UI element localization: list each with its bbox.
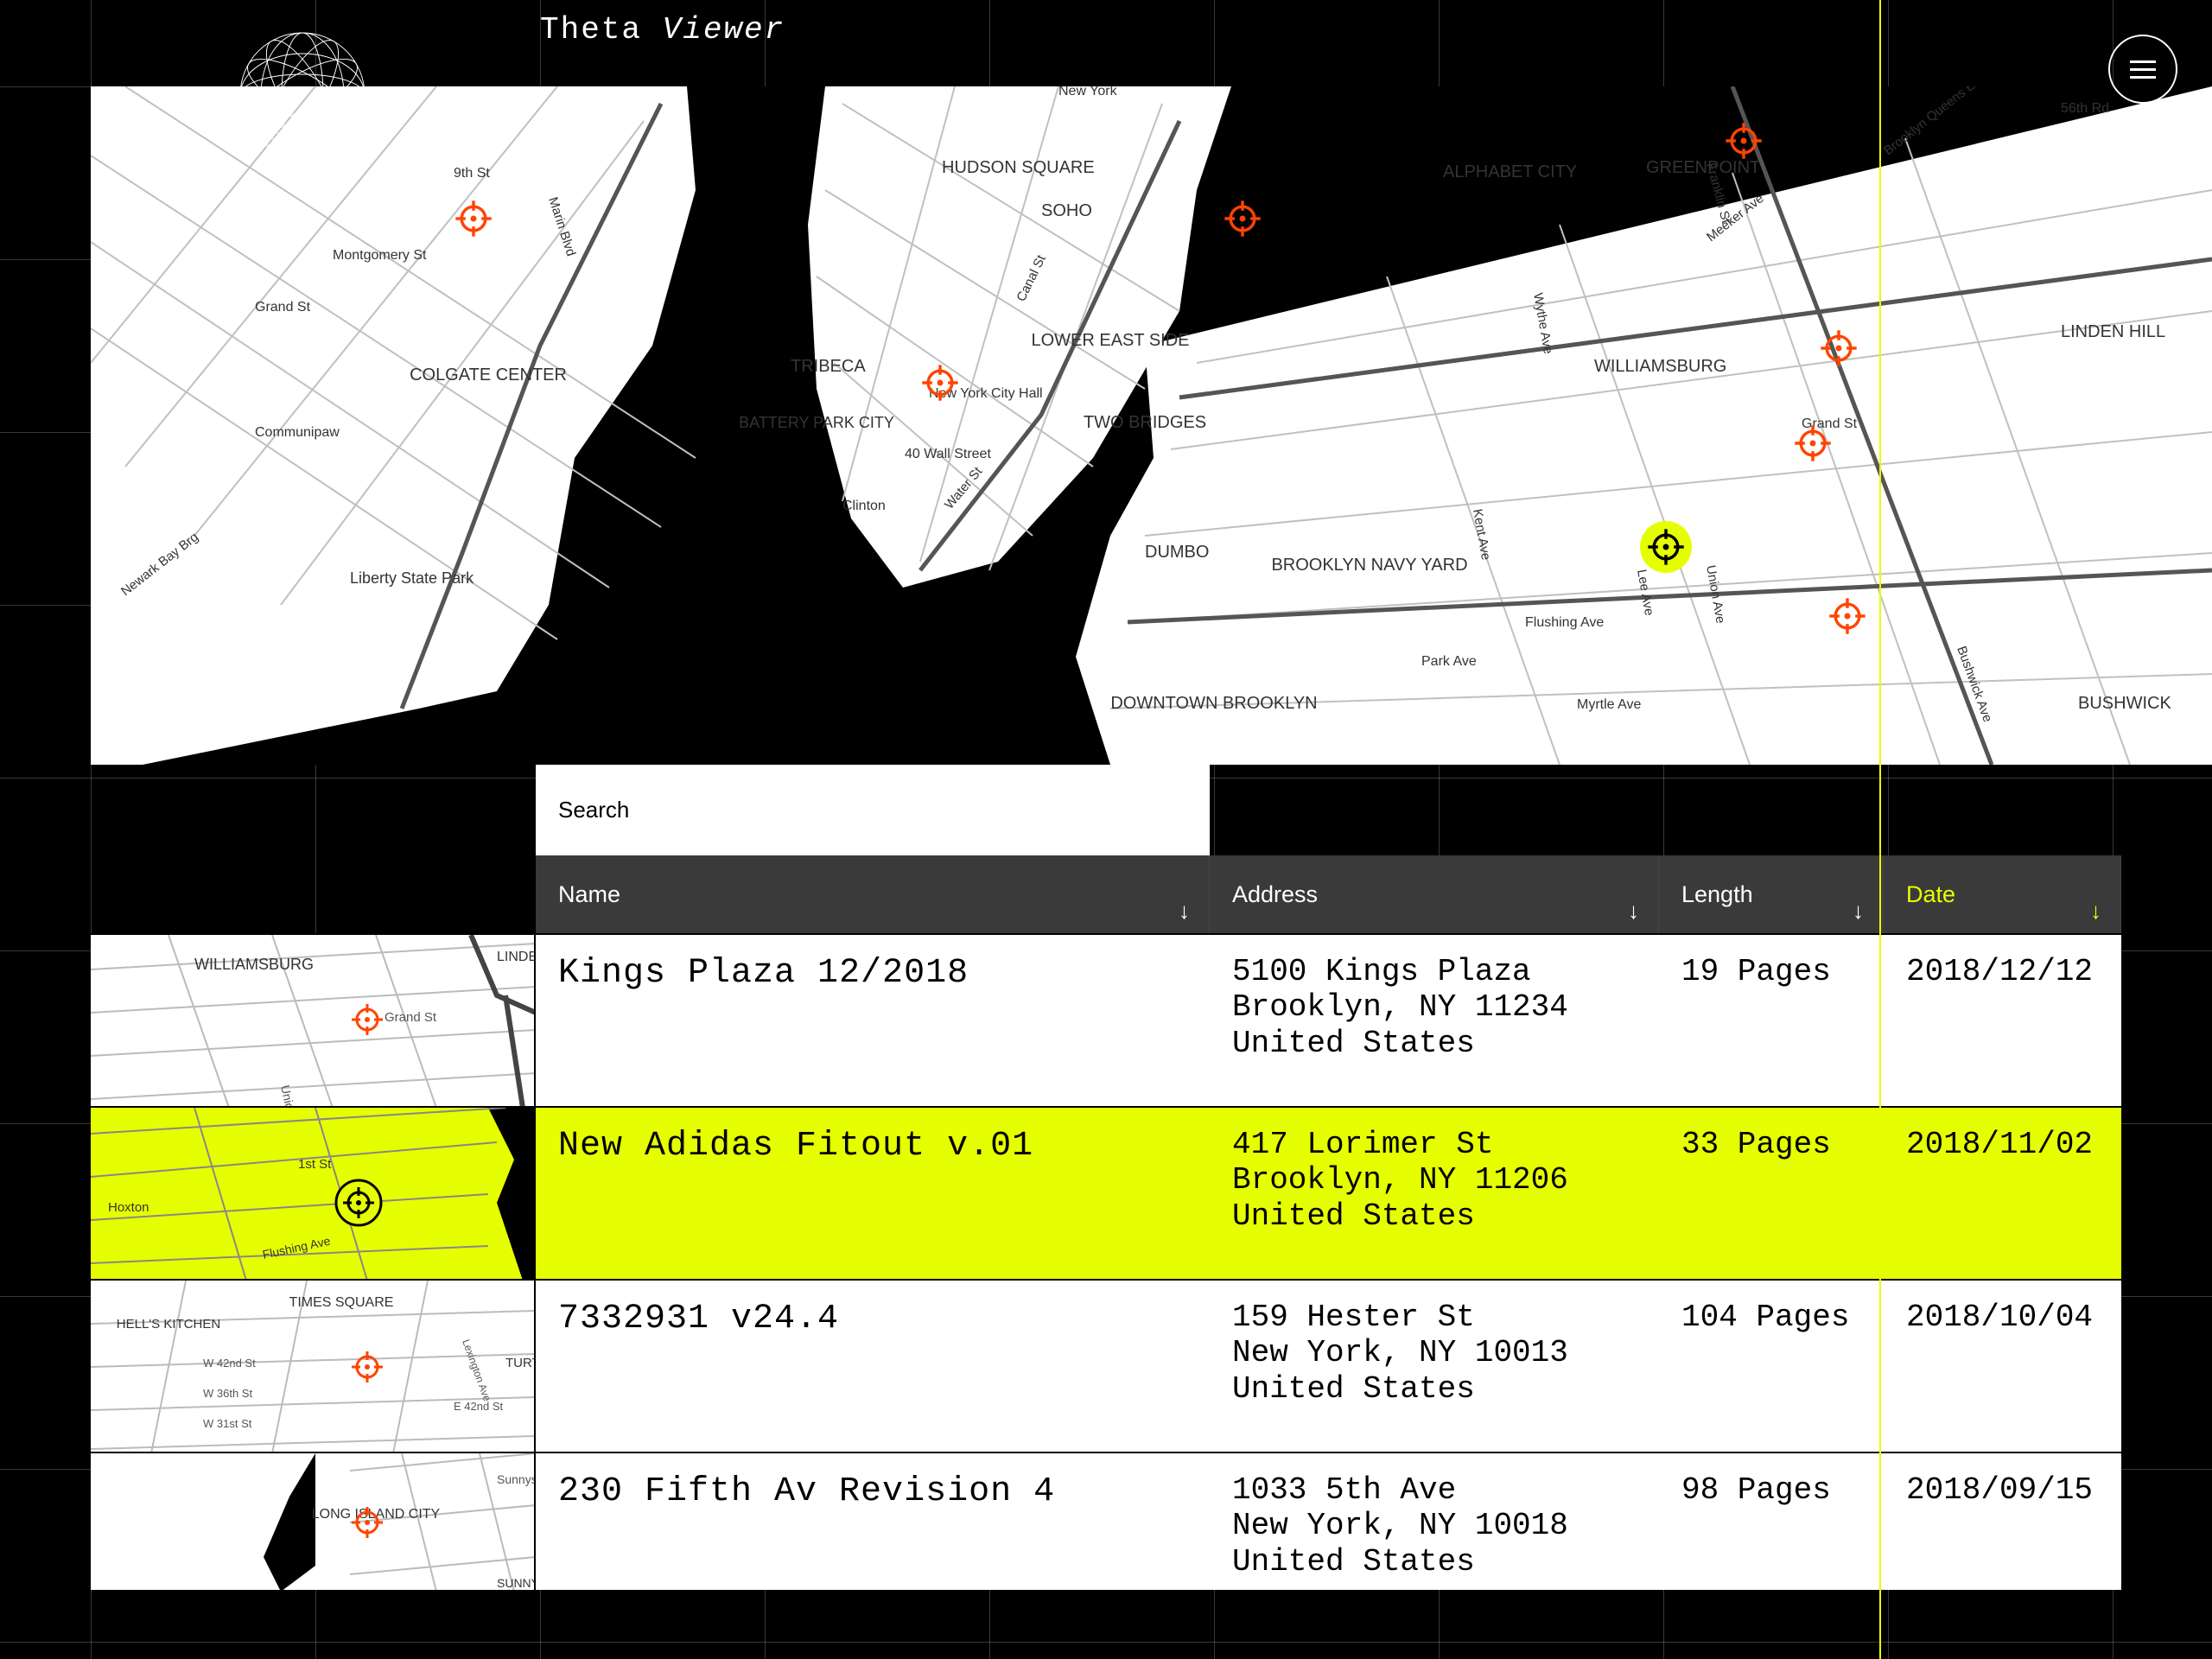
svg-text:W 31st St: W 31st St bbox=[203, 1417, 252, 1430]
sort-arrow-icon: ↓ bbox=[1853, 898, 1864, 925]
map-label: Liberty State Park bbox=[350, 569, 474, 587]
wireframe-globe-logo bbox=[233, 26, 372, 164]
map-label: Montgomery St bbox=[333, 248, 427, 263]
map-label: Clinton bbox=[842, 499, 886, 513]
map-label: Park Ave bbox=[1421, 654, 1477, 669]
table-row[interactable]: WILLIAMSBURG Grand St Union Ave LINDEN H… bbox=[91, 933, 2121, 1106]
map-label: SOHO bbox=[1041, 201, 1092, 220]
row-address: 417 Lorimer St Brooklyn, NY 11206 United… bbox=[1210, 1108, 1659, 1279]
row-length: 98 Pages bbox=[1659, 1453, 1884, 1590]
row-map-thumbnail: LONG ISLAND CITY Sunnyside SUNNY bbox=[91, 1453, 536, 1590]
table-row-selected[interactable]: 1st St Hoxton Flushing Ave New Adidas Fi… bbox=[91, 1106, 2121, 1279]
map-label: BROOKLYN NAVY YARD bbox=[1271, 556, 1467, 575]
row-date: 2018/12/12 bbox=[1884, 935, 2121, 1106]
table-row[interactable]: LONG ISLAND CITY Sunnyside SUNNY 230 Fif… bbox=[91, 1452, 2121, 1590]
row-date: 2018/11/02 bbox=[1884, 1108, 2121, 1279]
row-name: New Adidas Fitout v.01 bbox=[536, 1108, 1210, 1279]
column-header-date[interactable]: Date ↓ bbox=[1884, 855, 2121, 933]
map-target-icon-selected[interactable] bbox=[1640, 521, 1692, 573]
map-label: 40 Wall Street bbox=[905, 447, 991, 461]
row-map-thumbnail: HELL'S KITCHEN TIMES SQUARE TURTLE W 36t… bbox=[91, 1281, 536, 1452]
svg-text:TURTLE: TURTLE bbox=[505, 1356, 536, 1370]
svg-text:W 36th St: W 36th St bbox=[203, 1387, 252, 1400]
search-input[interactable]: Search bbox=[536, 765, 1210, 855]
map-label: DUMBO bbox=[1145, 543, 1209, 562]
hamburger-icon bbox=[2130, 68, 2156, 71]
svg-text:TIMES SQUARE: TIMES SQUARE bbox=[289, 1295, 394, 1310]
row-name: 230 Fifth Av Revision 4 bbox=[536, 1453, 1210, 1590]
column-header-address[interactable]: Address ↓ bbox=[1210, 855, 1659, 933]
table-header-row: Name ↓ Address ↓ Length ↓ Date ↓ bbox=[536, 855, 2121, 933]
row-map-thumbnail: WILLIAMSBURG Grand St Union Ave LINDEN H… bbox=[91, 935, 536, 1106]
row-length: 33 Pages bbox=[1659, 1108, 1884, 1279]
row-name: Kings Plaza 12/2018 bbox=[536, 935, 1210, 1106]
table-row[interactable]: HELL'S KITCHEN TIMES SQUARE TURTLE W 36t… bbox=[91, 1279, 2121, 1452]
row-address: 5100 Kings Plaza Brooklyn, NY 11234 Unit… bbox=[1210, 935, 1659, 1106]
svg-text:WILLIAMSBURG: WILLIAMSBURG bbox=[194, 956, 314, 973]
app-title-word2: Viewer bbox=[663, 12, 785, 48]
map-label: HUDSON SQUARE bbox=[942, 158, 1095, 177]
map-label: Flushing Ave bbox=[1525, 615, 1604, 630]
map-label: ALPHABET CITY bbox=[1443, 162, 1577, 181]
svg-text:1st St: 1st St bbox=[298, 1157, 332, 1172]
search-label: Search bbox=[558, 797, 629, 823]
row-length: 19 Pages bbox=[1659, 935, 1884, 1106]
sort-arrow-icon: ↓ bbox=[1179, 898, 1190, 925]
map-label: Myrtle Ave bbox=[1577, 697, 1642, 712]
app-title-word1: Theta bbox=[540, 12, 642, 48]
svg-text:W 42nd St: W 42nd St bbox=[203, 1357, 256, 1370]
row-name: 7332931 v24.4 bbox=[536, 1281, 1210, 1452]
svg-text:E 42nd St: E 42nd St bbox=[454, 1400, 503, 1413]
map-label: TWO BRIDGES bbox=[1084, 413, 1206, 432]
map-label: TRIBECA bbox=[791, 357, 866, 376]
map-label: Grand St bbox=[255, 300, 311, 315]
map-label: LOWER EAST SIDE bbox=[1031, 331, 1189, 350]
sort-arrow-icon: ↓ bbox=[1628, 898, 1639, 925]
map-label: COLGATE CENTER bbox=[410, 365, 567, 385]
svg-text:Sunnyside: Sunnyside bbox=[497, 1472, 536, 1486]
svg-text:HELL'S KITCHEN: HELL'S KITCHEN bbox=[117, 1317, 220, 1332]
column-header-length[interactable]: Length ↓ bbox=[1659, 855, 1884, 933]
map-label: WILLIAMSBURG bbox=[1594, 357, 1726, 376]
svg-text:Hoxton: Hoxton bbox=[108, 1200, 149, 1215]
map-label: Communipaw bbox=[255, 425, 340, 440]
app-title: Theta Viewer bbox=[540, 12, 785, 48]
menu-button[interactable] bbox=[2108, 35, 2177, 104]
row-date: 2018/10/04 bbox=[1884, 1281, 2121, 1452]
row-length: 104 Pages bbox=[1659, 1281, 1884, 1452]
svg-text:Grand St: Grand St bbox=[385, 1010, 437, 1025]
map-label: Grand St bbox=[1802, 416, 1858, 431]
svg-text:LINDEN HILL: LINDEN HILL bbox=[497, 950, 536, 964]
row-address: 1033 5th Ave New York, NY 10018 United S… bbox=[1210, 1453, 1659, 1590]
row-map-thumbnail: 1st St Hoxton Flushing Ave bbox=[91, 1108, 536, 1279]
map-label: BUSHWICK bbox=[2078, 694, 2171, 713]
results-list: WILLIAMSBURG Grand St Union Ave LINDEN H… bbox=[91, 933, 2121, 1590]
svg-text:SUNNY: SUNNY bbox=[497, 1576, 536, 1590]
column-header-name[interactable]: Name ↓ bbox=[536, 855, 1210, 933]
map-label: 9th St bbox=[454, 166, 490, 181]
map-label: GREENPOINT bbox=[1646, 158, 1760, 177]
sort-arrow-icon: ↓ bbox=[2090, 898, 2101, 925]
row-date: 2018/09/15 bbox=[1884, 1453, 2121, 1590]
target-icon-selected bbox=[336, 1180, 381, 1225]
map-label: New York bbox=[1058, 86, 1118, 99]
main-map[interactable]: HUDSON SQUARE SOHO ALPHABET CITY TRIBECA… bbox=[91, 86, 2212, 765]
map-label: LINDEN HILL bbox=[2061, 322, 2165, 341]
map-label: 56th Rd bbox=[2061, 101, 2109, 116]
map-label: DOWNTOWN BROOKLYN bbox=[1110, 694, 1317, 713]
row-address: 159 Hester St New York, NY 10013 United … bbox=[1210, 1281, 1659, 1452]
map-label: BATTERY PARK CITY bbox=[739, 414, 894, 431]
